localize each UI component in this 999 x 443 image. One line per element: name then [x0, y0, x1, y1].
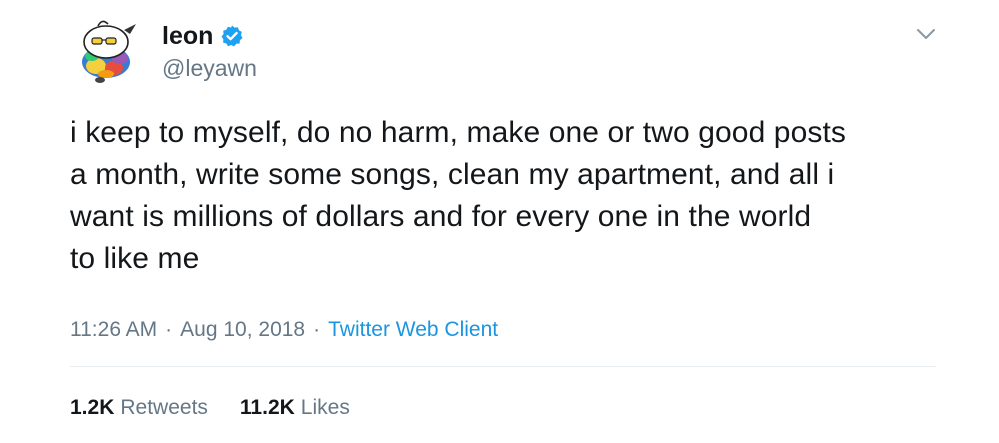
likes-stat[interactable]: 11.2K Likes	[240, 394, 350, 422]
tweet-card: leon @leyawn i keep to myself, do no har…	[0, 0, 999, 443]
tweet-text: i keep to myself, do no harm, make one o…	[70, 116, 847, 275]
retweets-count: 1.2K	[70, 396, 115, 419]
likes-label: Likes	[300, 396, 350, 419]
retweets-stat[interactable]: 1.2K Retweets	[70, 394, 208, 422]
display-name[interactable]: leon	[162, 20, 213, 52]
tweet-time[interactable]: 11:26 AM	[70, 316, 157, 344]
chevron-down-icon[interactable]	[914, 22, 938, 46]
tweet-client-link[interactable]: Twitter Web Client	[328, 316, 498, 344]
retweets-label: Retweets	[120, 396, 208, 419]
tweet-date[interactable]: Aug 10, 2018	[180, 316, 305, 344]
verified-badge-icon	[220, 24, 244, 48]
duck-avatar-icon	[82, 20, 136, 83]
likes-count: 11.2K	[239, 396, 295, 419]
tweet-stats: 1.2K Retweets 11.2K Likes	[70, 394, 350, 422]
meta-separator: ·	[165, 318, 173, 341]
tweet-meta: 11:26 AM · Aug 10, 2018 · Twitter Web Cl…	[70, 316, 498, 344]
author-name-row[interactable]: leon	[162, 20, 244, 52]
avatar[interactable]	[70, 12, 146, 88]
user-handle[interactable]: @leyawn	[162, 54, 257, 82]
divider	[70, 366, 936, 367]
meta-separator: ·	[313, 318, 321, 341]
